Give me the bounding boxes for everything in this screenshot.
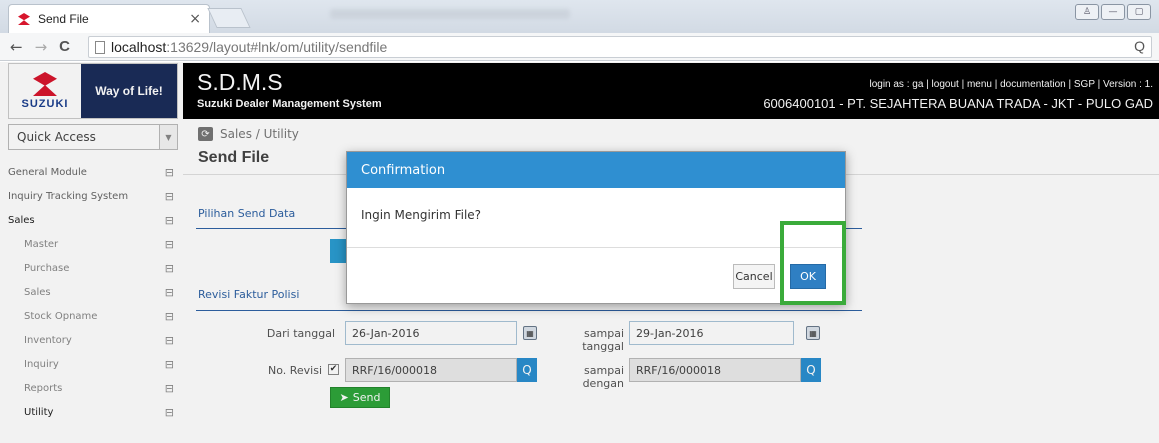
page-icon: [95, 40, 105, 54]
blurred-window-title: [330, 9, 570, 19]
confirmation-dialog: Confirmation Ingin Mengirim File? Cancel…: [346, 151, 846, 304]
new-tab-button[interactable]: [207, 8, 251, 28]
browser-tab-bar: Send File × ♙ — ▢: [0, 0, 1159, 33]
reload-icon[interactable]: C: [59, 38, 70, 55]
address-bar: ← → C localhost:13629/layout#lnk/om/util…: [0, 33, 1159, 61]
browser-tab[interactable]: Send File ×: [8, 4, 210, 33]
url-path: :13629/layout#lnk/om/utility/sendfile: [166, 39, 388, 55]
tab-title: Send File: [38, 12, 89, 26]
maximize-icon[interactable]: ▢: [1127, 4, 1151, 20]
url-host: localhost: [111, 39, 167, 55]
ok-highlight-box: [780, 221, 846, 305]
zoom-icon[interactable]: Q: [1134, 38, 1145, 54]
profile-icon[interactable]: ♙: [1075, 4, 1099, 20]
back-icon[interactable]: ←: [10, 38, 23, 56]
close-tab-icon[interactable]: ×: [189, 11, 201, 27]
url-input[interactable]: localhost:13629/layout#lnk/om/utility/se…: [88, 36, 1152, 58]
forward-icon[interactable]: →: [35, 38, 48, 56]
minimize-icon[interactable]: —: [1101, 4, 1125, 20]
window-controls: ♙ — ▢: [1075, 4, 1151, 20]
suzuki-favicon-icon: [17, 12, 31, 26]
cancel-button[interactable]: Cancel: [733, 264, 775, 289]
dialog-message: Ingin Mengirim File?: [347, 188, 845, 248]
dialog-title: Confirmation: [347, 152, 845, 188]
